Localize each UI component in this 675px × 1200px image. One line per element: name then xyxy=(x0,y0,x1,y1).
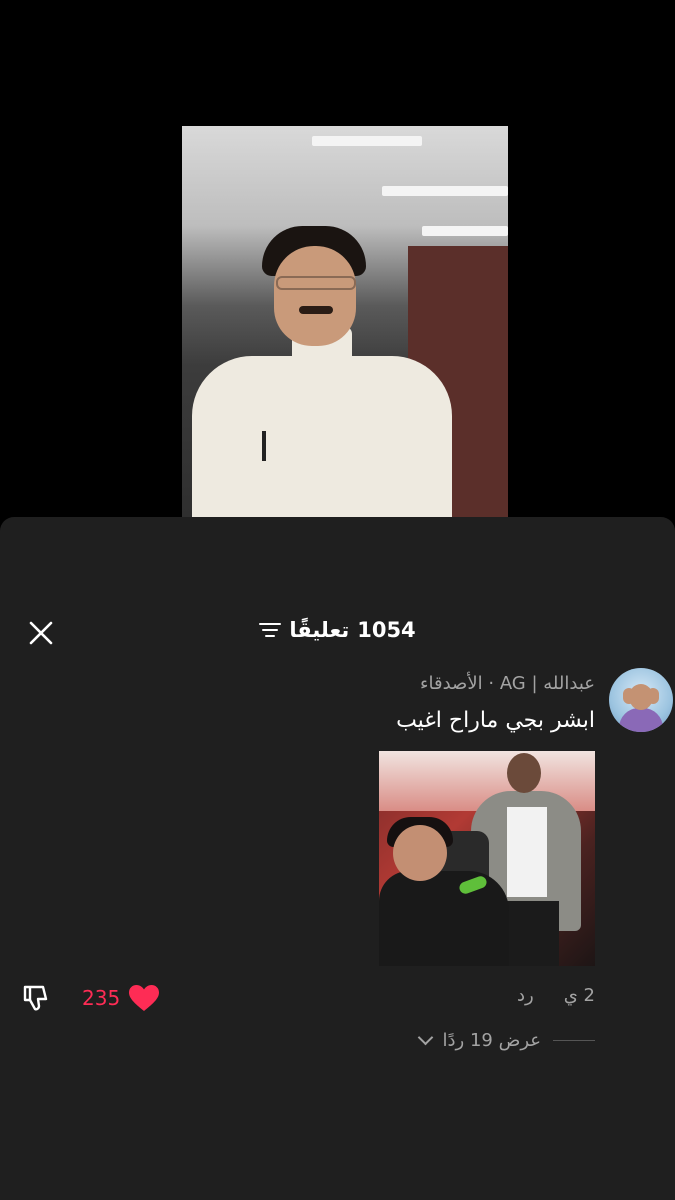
separator-dot: · xyxy=(488,673,495,694)
comment-count-label: تعليقًا xyxy=(289,618,350,642)
view-replies-button[interactable]: عرض 19 ردًا xyxy=(417,1029,595,1051)
filter-icon[interactable] xyxy=(259,623,282,637)
person-glasses xyxy=(276,276,356,290)
person-mustache xyxy=(299,306,333,314)
comment-time: 2 ي xyxy=(563,985,595,1006)
like-button[interactable]: 235 xyxy=(82,982,160,1014)
comment-meta: 2 ي رد xyxy=(517,985,595,1006)
heart-icon xyxy=(129,985,160,1011)
view-replies-label: عرض 19 ردًا xyxy=(442,1030,542,1051)
person-shirt xyxy=(192,356,452,526)
friends-label: الأصدقاء xyxy=(420,673,483,694)
avatar[interactable] xyxy=(609,668,673,732)
divider-line xyxy=(553,1040,595,1041)
chevron-down-icon xyxy=(417,1029,433,1046)
thumbs-down-icon xyxy=(23,985,48,1011)
reply-button[interactable]: رد xyxy=(517,985,534,1006)
person-head xyxy=(274,246,356,346)
like-count: 235 xyxy=(82,986,121,1010)
comment-image[interactable] xyxy=(379,751,595,966)
pen xyxy=(262,431,266,461)
comment-text: ابشر بجي ماراح اغيب xyxy=(396,708,595,733)
video-frame[interactable] xyxy=(182,126,508,526)
comment-username-row[interactable]: عبدالله | AG · الأصدقاء xyxy=(420,673,595,694)
comment-username[interactable]: عبدالله | AG xyxy=(500,673,595,694)
comments-header: 1054 تعليقًا xyxy=(0,612,675,648)
ceiling-light xyxy=(422,226,508,236)
dislike-button[interactable] xyxy=(20,981,54,1015)
ceiling-light xyxy=(382,186,508,196)
comment-count: 1054 xyxy=(357,618,416,642)
ceiling-light xyxy=(312,136,422,146)
